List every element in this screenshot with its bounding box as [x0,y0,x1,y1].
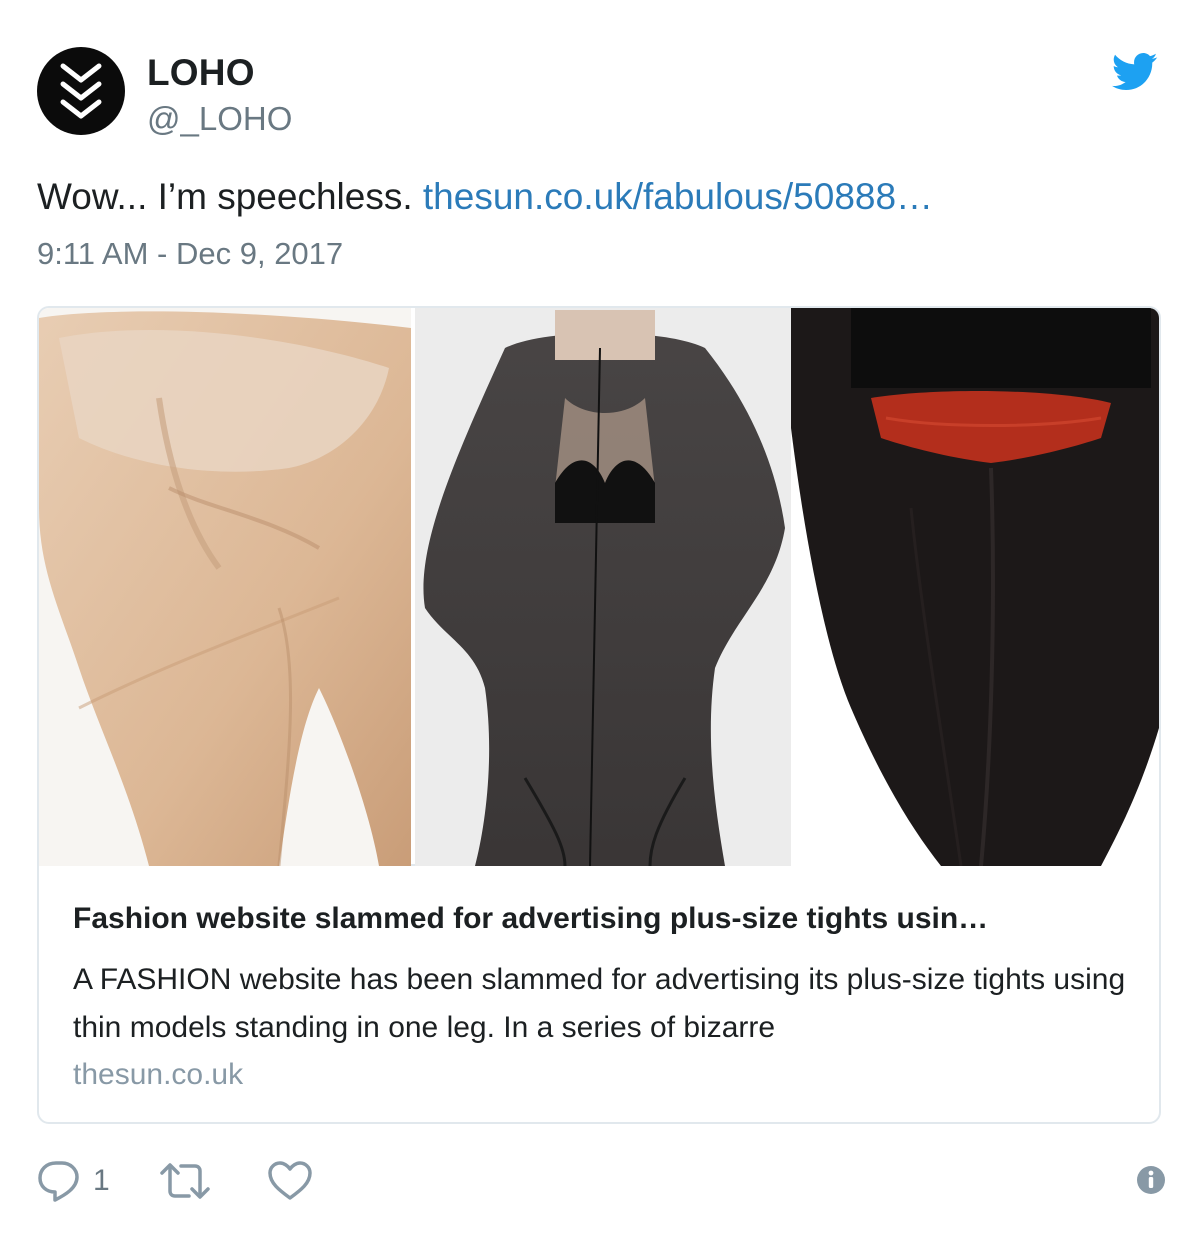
like-button[interactable] [267,1156,313,1206]
tweet-link[interactable]: thesun.co.uk/fabulous/50888… [423,176,933,217]
card-media[interactable] [39,308,1159,866]
tweet-timestamp[interactable]: 9:11 AM - Dec 9, 2017 [37,236,343,272]
card-image-nude-tights [39,308,411,866]
reply-button[interactable]: 1 [37,1156,110,1206]
twitter-bird-icon[interactable] [1112,52,1158,92]
retweet-button[interactable] [159,1156,211,1206]
link-card[interactable]: Fashion website slammed for advertising … [37,306,1161,1124]
card-title[interactable]: Fashion website slammed for advertising … [73,902,1133,936]
image-black-tights [415,308,791,866]
speech-bubble-icon [38,1161,79,1202]
tweet-body: Wow... I’m speechless. [37,176,423,217]
avatar[interactable] [37,47,125,135]
card-description: A FASHION website has been slammed for a… [73,963,1126,1044]
reply-count: 1 [93,1164,110,1197]
chevrons-logo-icon [60,63,102,119]
retweet-icon [160,1163,210,1199]
image-nude-tights [39,308,411,866]
card-image-black-tights [415,308,791,866]
tweet-text: Wow... I’m speechless. thesun.co.uk/fabu… [37,176,933,218]
card-domain: thesun.co.uk [73,1058,244,1091]
heart-icon [268,1161,312,1200]
embedded-tweet: LOHO @_LOHO Wow... I’m speechless. thesu… [0,0,1200,1237]
tweet-actions: 1 [37,1156,1167,1206]
image-dark-legs [791,308,1159,866]
account-handle[interactable]: @_LOHO [147,100,292,138]
info-icon[interactable] [1135,1164,1167,1196]
card-image-dark-legs [791,308,1159,866]
account-name[interactable]: LOHO [147,52,255,94]
